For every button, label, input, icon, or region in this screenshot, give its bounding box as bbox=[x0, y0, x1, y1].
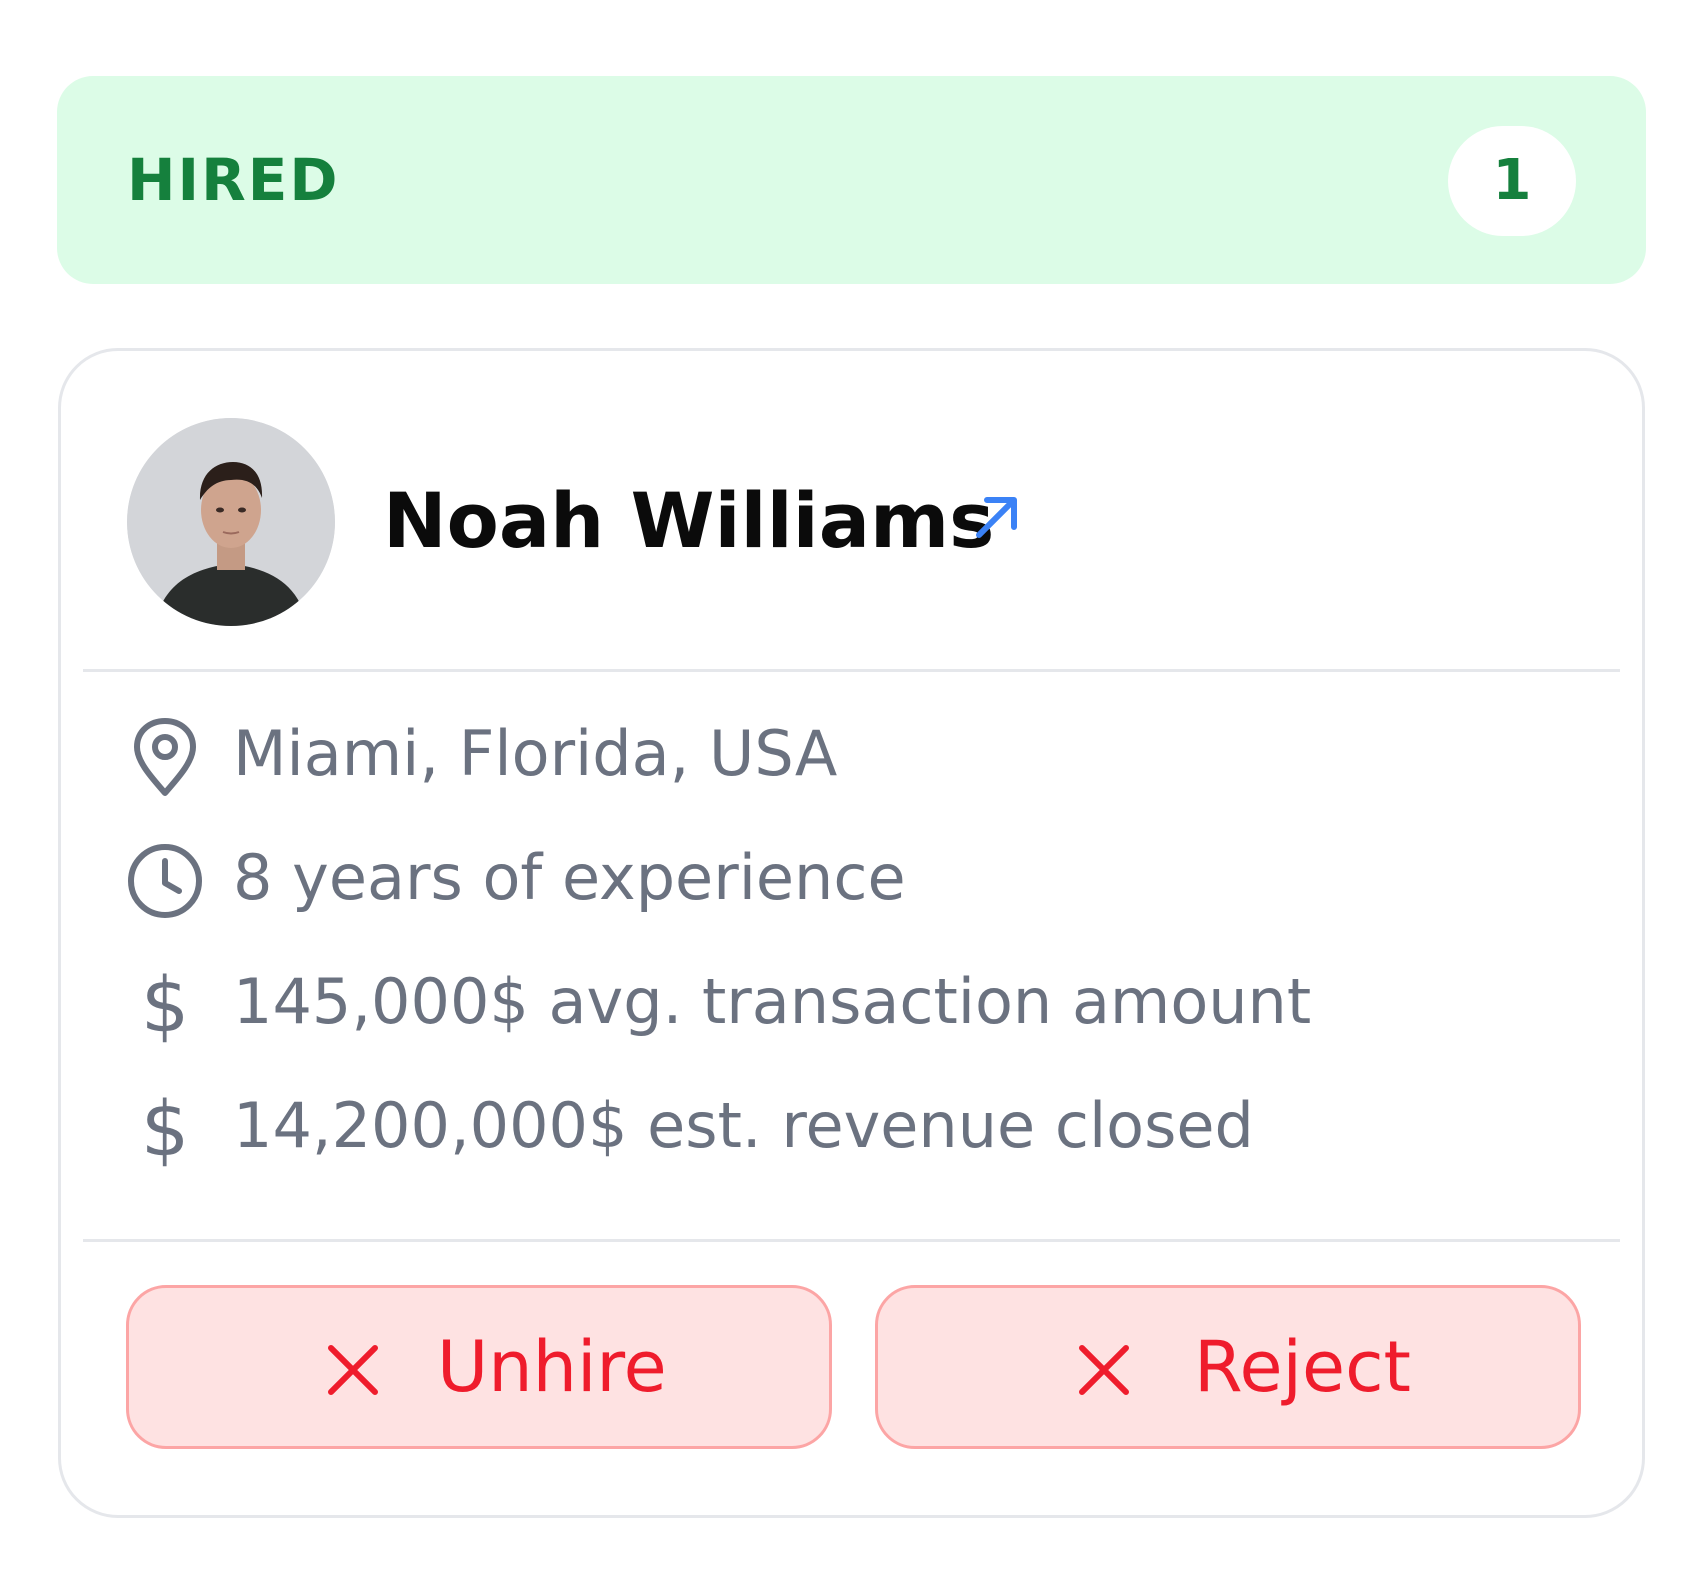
divider bbox=[83, 1239, 1620, 1242]
close-icon bbox=[1076, 1342, 1132, 1398]
detail-location: Miami, Florida, USA bbox=[61, 699, 1642, 809]
close-icon bbox=[325, 1342, 381, 1398]
reject-button[interactable]: Reject bbox=[875, 1285, 1581, 1449]
unhire-label: Unhire bbox=[437, 1326, 667, 1408]
dollar-icon: $ bbox=[140, 1084, 190, 1173]
external-link-arrow-icon[interactable] bbox=[967, 487, 1027, 547]
divider bbox=[83, 669, 1620, 672]
detail-experience: 8 years of experience bbox=[61, 823, 1642, 933]
avatar bbox=[127, 418, 335, 626]
card-actions: Unhire Reject bbox=[61, 1285, 1642, 1455]
reject-label: Reject bbox=[1194, 1326, 1412, 1408]
column-title: HIRED bbox=[127, 146, 340, 214]
avg-transaction-text: 145,000$ avg. transaction amount bbox=[233, 965, 1312, 1038]
dollar-icon: $ bbox=[140, 960, 190, 1049]
experience-text: 8 years of experience bbox=[233, 841, 906, 914]
column-count-badge: 1 bbox=[1448, 126, 1576, 236]
detail-avg-transaction: $ 145,000$ avg. transaction amount bbox=[61, 947, 1642, 1057]
detail-revenue: $ 14,200,000$ est. revenue closed bbox=[61, 1071, 1642, 1181]
revenue-text: 14,200,000$ est. revenue closed bbox=[233, 1089, 1254, 1162]
map-pin-icon bbox=[123, 715, 207, 799]
clock-icon bbox=[123, 839, 207, 923]
hired-column-header: HIRED 1 bbox=[57, 76, 1646, 284]
unhire-button[interactable]: Unhire bbox=[126, 1285, 832, 1449]
candidate-header: Noah Williams bbox=[61, 351, 1642, 671]
location-text: Miami, Florida, USA bbox=[233, 717, 838, 790]
candidate-card[interactable]: Noah Williams Miami, Florida, USA 8 year… bbox=[58, 348, 1645, 1518]
candidate-name[interactable]: Noah Williams bbox=[383, 451, 994, 591]
